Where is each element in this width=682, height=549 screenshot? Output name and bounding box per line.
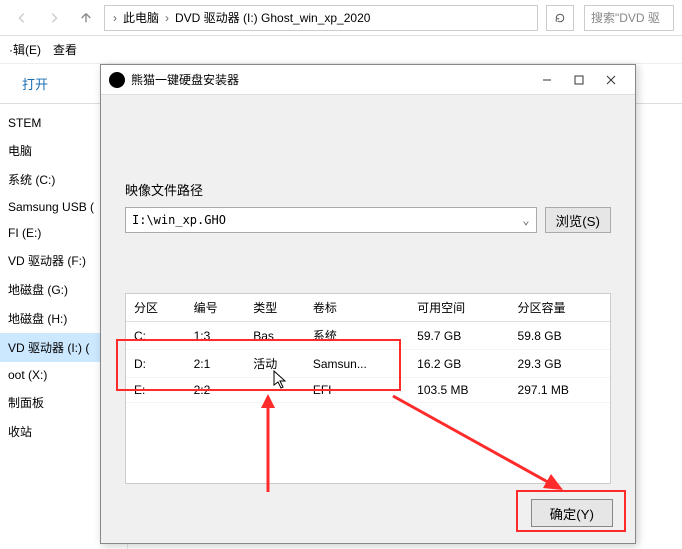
cell-id: 2:2 (186, 378, 246, 403)
minimize-button[interactable] (531, 69, 563, 91)
titlebar[interactable]: 熊猫一键硬盘安装器 (101, 65, 635, 95)
menu-bar: ·辑(E) 查看 (0, 36, 682, 64)
col-total: 分区容量 (510, 294, 610, 322)
col-free: 可用空间 (409, 294, 509, 322)
table-row[interactable]: E:2:2 EFI103.5 MB297.1 MB (126, 378, 610, 403)
cell-free: 103.5 MB (409, 378, 509, 403)
image-path-row: I:\win_xp.GHO ⌄ 浏览(S) (125, 207, 611, 233)
cell-type (245, 378, 305, 403)
cell-type: 活动 (245, 350, 305, 378)
nav-up-button[interactable] (72, 5, 100, 31)
table-header-row: 分区 编号 类型 卷标 可用空间 分区容量 (126, 294, 610, 322)
cell-free: 16.2 GB (409, 350, 509, 378)
table-row[interactable]: D:2:1活动Samsun...16.2 GB29.3 GB (126, 350, 610, 378)
cell-part: C: (126, 322, 186, 350)
dialog-title: 熊猫一键硬盘安装器 (131, 71, 531, 88)
nav-forward-button[interactable] (40, 5, 68, 31)
address-box[interactable]: › 此电脑 › DVD 驱动器 (I:) Ghost_win_xp_2020 (104, 5, 538, 31)
cell-vol: Samsun... (305, 350, 409, 378)
col-partition: 分区 (126, 294, 186, 322)
image-path-label: 映像文件路径 (125, 180, 611, 199)
ok-button[interactable]: 确定(Y) (531, 499, 613, 527)
app-icon (109, 72, 125, 88)
maximize-button[interactable] (563, 69, 595, 91)
cell-id: 2:1 (186, 350, 246, 378)
table-empty-space (126, 403, 610, 483)
cell-id: 1:3 (186, 322, 246, 350)
cell-total: 297.1 MB (510, 378, 610, 403)
toolbar-open[interactable]: 打开 (12, 70, 58, 97)
menu-edit[interactable]: ·辑(E) (6, 41, 44, 58)
col-type: 类型 (245, 294, 305, 322)
installer-dialog: 熊猫一键硬盘安装器 映像文件路径 I:\win_xp.GHO ⌄ 浏览(S) 分… (100, 64, 636, 544)
cell-total: 59.8 GB (510, 322, 610, 350)
cell-part: D: (126, 350, 186, 378)
explorer-address-bar: › 此电脑 › DVD 驱动器 (I:) Ghost_win_xp_2020 搜… (0, 0, 682, 36)
dialog-footer: 确定(Y) (531, 499, 613, 527)
chevron-right-icon: › (113, 11, 117, 25)
close-button[interactable] (595, 69, 627, 91)
breadcrumb-drive[interactable]: DVD 驱动器 (I:) Ghost_win_xp_2020 (175, 9, 370, 26)
search-input[interactable]: 搜索"DVD 驱 (584, 5, 674, 31)
refresh-button[interactable] (546, 5, 574, 31)
browse-button[interactable]: 浏览(S) (545, 207, 611, 233)
partition-table: 分区 编号 类型 卷标 可用空间 分区容量 C:1:3Bas系统59.7 GB5… (125, 293, 611, 484)
image-path-input[interactable]: I:\win_xp.GHO ⌄ (125, 207, 537, 233)
col-id: 编号 (186, 294, 246, 322)
nav-back-button[interactable] (8, 5, 36, 31)
breadcrumb-pc[interactable]: 此电脑 (123, 9, 159, 26)
cell-vol: EFI (305, 378, 409, 403)
cell-part: E: (126, 378, 186, 403)
cell-free: 59.7 GB (409, 322, 509, 350)
table-row[interactable]: C:1:3Bas系统59.7 GB59.8 GB (126, 322, 610, 350)
chevron-right-icon: › (165, 11, 169, 25)
cell-type: Bas (245, 322, 305, 350)
cell-vol: 系统 (305, 322, 409, 350)
chevron-down-icon: ⌄ (522, 213, 529, 227)
cell-total: 29.3 GB (510, 350, 610, 378)
dialog-body: 映像文件路径 I:\win_xp.GHO ⌄ 浏览(S) 分区 编号 类型 卷标… (101, 95, 635, 504)
menu-view[interactable]: 查看 (50, 41, 80, 58)
col-volume: 卷标 (305, 294, 409, 322)
image-path-value: I:\win_xp.GHO (132, 213, 226, 227)
